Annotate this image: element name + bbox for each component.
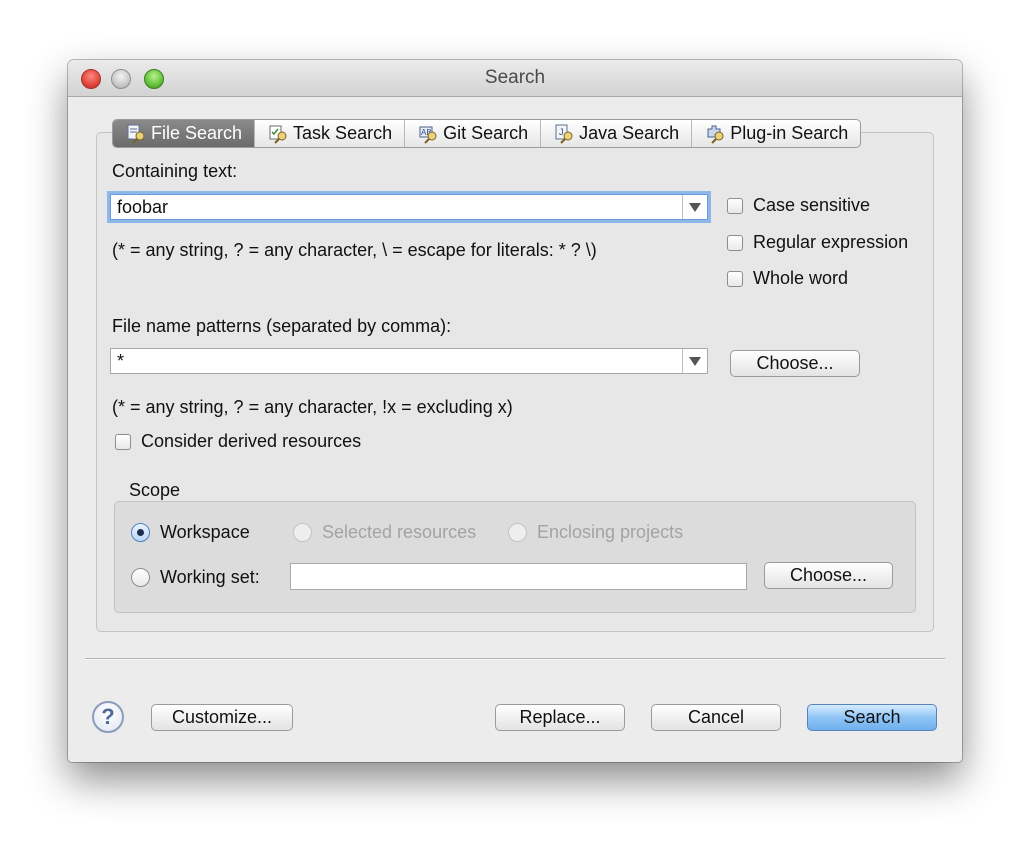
window-title: Search bbox=[484, 67, 546, 88]
file-name-patterns-combo[interactable]: * bbox=[110, 348, 708, 374]
plugin-search-icon bbox=[707, 125, 724, 144]
scope-workspace-option[interactable]: Workspace bbox=[131, 522, 250, 543]
regular-expression-checkbox[interactable] bbox=[727, 234, 743, 251]
case-sensitive-label: Case sensitive bbox=[753, 195, 871, 215]
tab-task-search-label: Task Search bbox=[293, 123, 393, 143]
tab-task-search[interactable]: Task Search bbox=[255, 120, 406, 147]
file-search-icon bbox=[127, 124, 145, 144]
tab-git-search[interactable]: AB Git Search bbox=[405, 120, 542, 147]
file-name-patterns-dropdown-button[interactable] bbox=[682, 349, 707, 373]
containing-text-combo[interactable]: foobar bbox=[110, 194, 708, 220]
scope-group bbox=[114, 501, 916, 613]
tab-plugin-search[interactable]: Plug-in Search bbox=[692, 120, 860, 147]
scope-label: Scope bbox=[129, 480, 181, 500]
file-name-patterns-hint: (* = any string, ? = any character, !x =… bbox=[112, 397, 513, 417]
chevron-down-icon bbox=[689, 356, 701, 366]
scope-selected-resources-label: Selected resources bbox=[322, 522, 477, 542]
git-search-icon: AB bbox=[419, 126, 437, 144]
file-name-patterns-input[interactable]: * bbox=[111, 351, 682, 372]
consider-derived-option[interactable]: Consider derived resources bbox=[115, 431, 361, 452]
case-sensitive-checkbox[interactable] bbox=[727, 197, 743, 214]
tab-java-search-label: Java Search bbox=[579, 123, 680, 143]
tab-file-search-label: File Search bbox=[151, 123, 243, 143]
search-button[interactable]: Search bbox=[807, 704, 937, 731]
working-set-field[interactable] bbox=[290, 563, 747, 590]
search-tabs: File Search Task Search AB Git Search J … bbox=[112, 119, 862, 148]
customize-button[interactable]: Customize... bbox=[151, 704, 293, 731]
file-patterns-choose-button[interactable]: Choose... bbox=[730, 350, 860, 377]
scope-working-set-label: Working set: bbox=[160, 567, 260, 587]
containing-text-input[interactable]: foobar bbox=[111, 197, 682, 218]
search-dialog: Search File Search Task Search AB Git Se… bbox=[68, 60, 962, 762]
containing-text-hint: (* = any string, ? = any character, \ = … bbox=[112, 240, 597, 260]
scope-working-set-option[interactable]: Working set: bbox=[131, 567, 260, 588]
replace-button[interactable]: Replace... bbox=[495, 704, 625, 731]
working-set-choose-button[interactable]: Choose... bbox=[764, 562, 893, 589]
java-search-icon: J bbox=[555, 124, 573, 144]
case-sensitive-option[interactable]: Case sensitive bbox=[727, 195, 870, 216]
tab-plugin-search-label: Plug-in Search bbox=[730, 123, 849, 143]
scope-selected-resources-option: Selected resources bbox=[293, 522, 476, 543]
consider-derived-label: Consider derived resources bbox=[141, 431, 362, 451]
title-bar: Search bbox=[68, 60, 962, 97]
cancel-button[interactable]: Cancel bbox=[651, 704, 781, 731]
chevron-down-icon bbox=[689, 202, 701, 212]
consider-derived-checkbox[interactable] bbox=[115, 433, 131, 450]
tab-file-search[interactable]: File Search bbox=[113, 120, 256, 147]
svg-text:J: J bbox=[559, 127, 564, 137]
help-icon[interactable]: ? bbox=[92, 701, 124, 733]
containing-text-label: Containing text: bbox=[112, 161, 238, 181]
scope-workspace-label: Workspace bbox=[160, 522, 250, 542]
file-name-patterns-label: File name patterns (separated by comma): bbox=[112, 316, 452, 336]
button-bar-separator bbox=[85, 658, 945, 660]
scope-enclosing-projects-label: Enclosing projects bbox=[537, 522, 684, 542]
scope-selected-resources-radio bbox=[293, 523, 312, 542]
scope-enclosing-projects-radio bbox=[508, 523, 527, 542]
whole-word-option[interactable]: Whole word bbox=[727, 268, 848, 289]
regular-expression-label: Regular expression bbox=[753, 232, 909, 252]
whole-word-label: Whole word bbox=[753, 268, 849, 288]
regular-expression-option[interactable]: Regular expression bbox=[727, 232, 908, 253]
scope-working-set-radio[interactable] bbox=[131, 568, 150, 587]
scope-enclosing-projects-option: Enclosing projects bbox=[508, 522, 683, 543]
whole-word-checkbox[interactable] bbox=[727, 270, 743, 287]
containing-text-dropdown-button[interactable] bbox=[682, 195, 707, 219]
scope-workspace-radio[interactable] bbox=[131, 523, 150, 542]
tab-git-search-label: Git Search bbox=[443, 123, 529, 143]
task-search-icon bbox=[269, 125, 287, 144]
tab-java-search[interactable]: J Java Search bbox=[541, 120, 693, 147]
